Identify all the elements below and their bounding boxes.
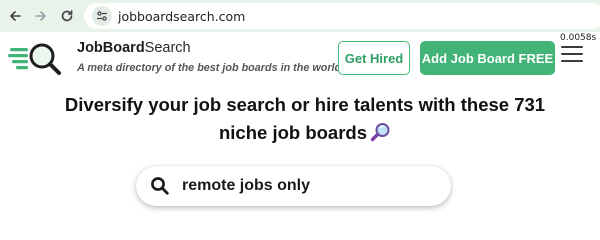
back-button[interactable] [4, 5, 26, 27]
menu-line [561, 53, 583, 55]
url-text: jobboardsearch.com [118, 8, 246, 24]
hero-title-line2-wrap: niche job boards [20, 119, 590, 147]
load-timer: 0.0058s [560, 33, 597, 43]
hamburger-menu-icon[interactable] [561, 46, 583, 64]
browser-toolbar: jobboardsearch.com [0, 0, 600, 32]
hero-title-line2: niche job boards [218, 122, 368, 143]
brand-name-light: Search [144, 40, 191, 56]
tune-icon [97, 11, 107, 21]
magnifying-glass-emoji-icon [371, 123, 390, 142]
tagline: A meta directory of the best job boards … [77, 62, 345, 74]
address-bar[interactable]: jobboardsearch.com [84, 3, 600, 29]
reload-icon [61, 10, 73, 22]
search-input[interactable] [182, 177, 432, 195]
hero-title: Diversify your job search or hire talent… [20, 91, 590, 147]
search-icon[interactable] [150, 176, 170, 196]
brand-name[interactable]: JobBoardSearch [77, 40, 191, 56]
menu-line [561, 46, 583, 48]
brand-name-bold: JobBoard [77, 40, 145, 56]
forward-button[interactable] [30, 5, 52, 27]
site-header: JobBoardSearch A meta directory of the b… [0, 32, 600, 87]
arrow-left-icon [10, 11, 21, 21]
get-hired-button[interactable]: Get Hired [338, 41, 410, 75]
menu-line [561, 60, 583, 62]
hero-title-line1: Diversify your job search or hire talent… [64, 94, 546, 115]
add-job-board-button[interactable]: Add Job Board FREE [420, 41, 555, 75]
arrow-right-icon [35, 11, 46, 21]
magnifier-logo-icon[interactable] [8, 40, 64, 78]
site-info-button[interactable] [92, 6, 112, 26]
reload-button[interactable] [56, 5, 78, 27]
job-search-box[interactable] [136, 166, 451, 206]
